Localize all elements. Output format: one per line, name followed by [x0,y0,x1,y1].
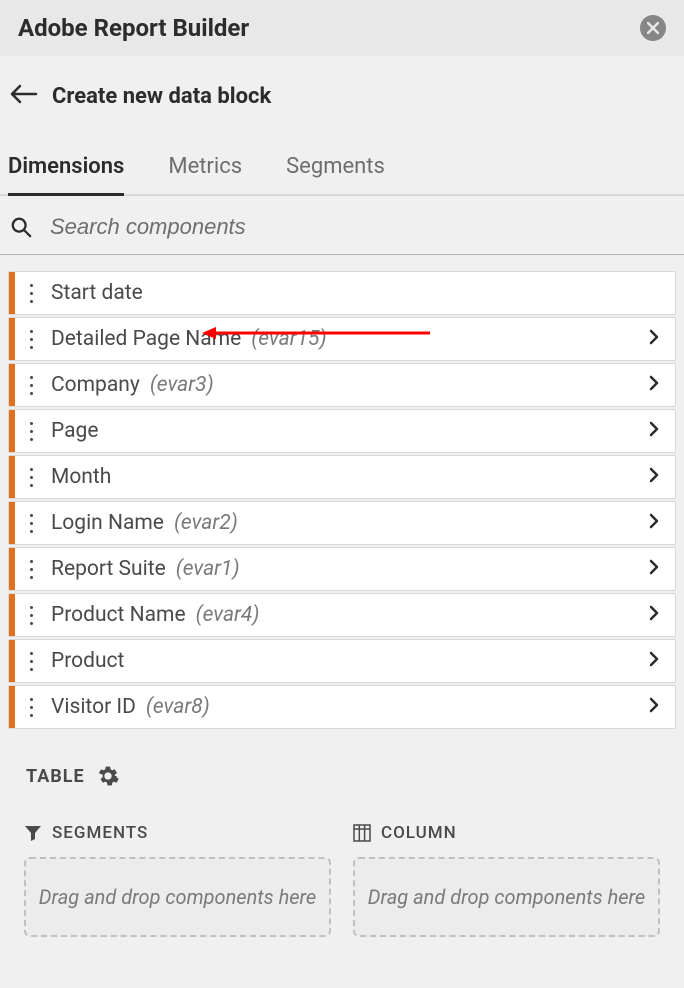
drag-handle-icon[interactable] [15,468,43,487]
dimension-name: Product [51,649,124,673]
chevron-right-icon[interactable] [633,559,675,580]
header-bar: Adobe Report Builder [0,0,684,56]
dimension-name: Login Name [51,511,164,535]
dimension-item[interactable]: Visitor ID (evar8) [8,685,676,729]
tab-dimensions[interactable]: Dimensions [8,154,124,196]
dimension-name: Detailed Page Name [51,327,241,351]
close-button[interactable] [640,15,666,41]
dimension-text: Visitor ID (evar8) [43,695,633,719]
tab-metrics[interactable]: Metrics [168,154,242,194]
tabs: Dimensions Metrics Segments [0,110,684,196]
dimension-item[interactable]: Company (evar3) [8,363,676,407]
dimension-text: Page [43,419,633,443]
dimension-name: Report Suite [51,557,166,581]
chevron-right-icon[interactable] [633,467,675,488]
dimension-item[interactable]: Product [8,639,676,683]
chevron-right-icon[interactable] [633,375,675,396]
filter-icon [24,824,42,842]
dimension-text: Report Suite (evar1) [43,557,633,581]
drag-handle-icon[interactable] [15,606,43,625]
dimension-item[interactable]: Product Name (evar4) [8,593,676,637]
drag-handle-icon[interactable] [15,422,43,441]
segments-label: SEGMENTS [52,823,148,843]
dimension-text: Company (evar3) [43,373,633,397]
dimension-text: Month [43,465,633,489]
drag-handle-icon[interactable] [15,330,43,349]
dimension-item[interactable]: Page [8,409,676,453]
page-title: Create new data block [52,84,271,109]
dimension-text: Start date [43,281,675,305]
chevron-right-icon[interactable] [633,329,675,350]
chevron-right-icon[interactable] [633,651,675,672]
dimension-text: Product [43,649,633,673]
subheader: Create new data block [0,56,684,110]
back-arrow-icon[interactable] [10,82,38,110]
app-title: Adobe Report Builder [18,14,249,42]
drag-handle-icon[interactable] [15,698,43,717]
dimension-name: Company [51,373,140,397]
table-section: TABLE [0,731,684,787]
table-label: TABLE [26,766,85,787]
dimension-text: Login Name (evar2) [43,511,633,535]
dimension-name: Product Name [51,603,186,627]
dimension-id: (evar8) [146,695,210,719]
dimension-id: (evar1) [176,557,240,581]
dimension-name: Start date [51,281,143,305]
dimension-id: (evar2) [174,511,238,535]
dimension-name: Page [51,419,99,443]
dimension-name: Visitor ID [51,695,136,719]
dimension-name: Month [51,465,111,489]
search-icon [10,216,32,238]
dimension-id: (evar4) [196,603,260,627]
chevron-right-icon[interactable] [633,421,675,442]
dimension-item[interactable]: Month [8,455,676,499]
column-label: COLUMN [381,823,457,843]
dimension-text: Detailed Page Name (evar15) [43,327,633,351]
drag-handle-icon[interactable] [15,514,43,533]
column-dropzone[interactable]: Drag and drop components here [353,857,660,937]
chevron-right-icon[interactable] [633,697,675,718]
dimensions-list: Start date Detailed Page Name (evar15) Comp… [0,255,684,729]
dropzones: SEGMENTS Drag and drop components here C… [0,787,684,937]
search-input[interactable] [50,214,674,240]
segments-dropzone[interactable]: Drag and drop components here [24,857,331,937]
chevron-right-icon[interactable] [633,513,675,534]
drag-handle-icon[interactable] [15,652,43,671]
dimension-id: (evar15) [251,327,326,351]
drag-handle-icon[interactable] [15,284,43,303]
drag-handle-icon[interactable] [15,560,43,579]
dimension-item[interactable]: Login Name (evar2) [8,501,676,545]
dimension-item[interactable]: Start date [8,271,676,315]
gear-icon[interactable] [97,765,119,787]
dimension-text: Product Name (evar4) [43,603,633,627]
dimension-item[interactable]: Report Suite (evar1) [8,547,676,591]
search-row [0,196,684,255]
close-icon [647,22,659,34]
tab-segments[interactable]: Segments [286,154,385,194]
column-icon [353,824,371,842]
dimension-item[interactable]: Detailed Page Name (evar15) [8,317,676,361]
dimension-id: (evar3) [150,373,214,397]
chevron-right-icon[interactable] [633,605,675,626]
drag-handle-icon[interactable] [15,376,43,395]
